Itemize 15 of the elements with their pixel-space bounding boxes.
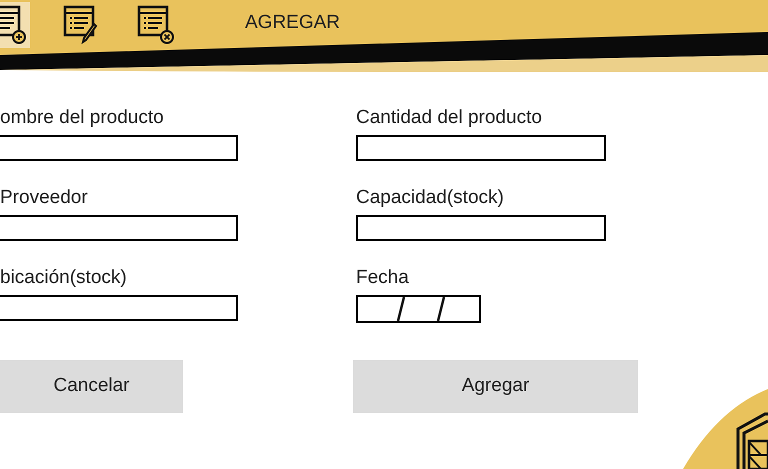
submit-button[interactable]: Agregar bbox=[353, 360, 638, 413]
field-label: bicación(stock) bbox=[0, 268, 128, 287]
field-label: ombre del producto bbox=[0, 108, 165, 127]
cancel-button[interactable]: Cancelar bbox=[0, 360, 183, 413]
input-field[interactable] bbox=[0, 135, 238, 161]
page-title: AGREGAR bbox=[245, 10, 340, 35]
input-field[interactable] bbox=[356, 215, 606, 241]
warehouse-icon bbox=[735, 411, 768, 469]
field-label: Cantidad del producto bbox=[356, 108, 543, 127]
input-field[interactable] bbox=[0, 215, 238, 241]
field-label: Capacidad(stock) bbox=[356, 188, 505, 207]
input-field[interactable] bbox=[0, 295, 238, 321]
field-label: Proveedor bbox=[0, 188, 89, 207]
input-field[interactable] bbox=[356, 135, 606, 161]
field-label: Fecha bbox=[356, 268, 410, 287]
